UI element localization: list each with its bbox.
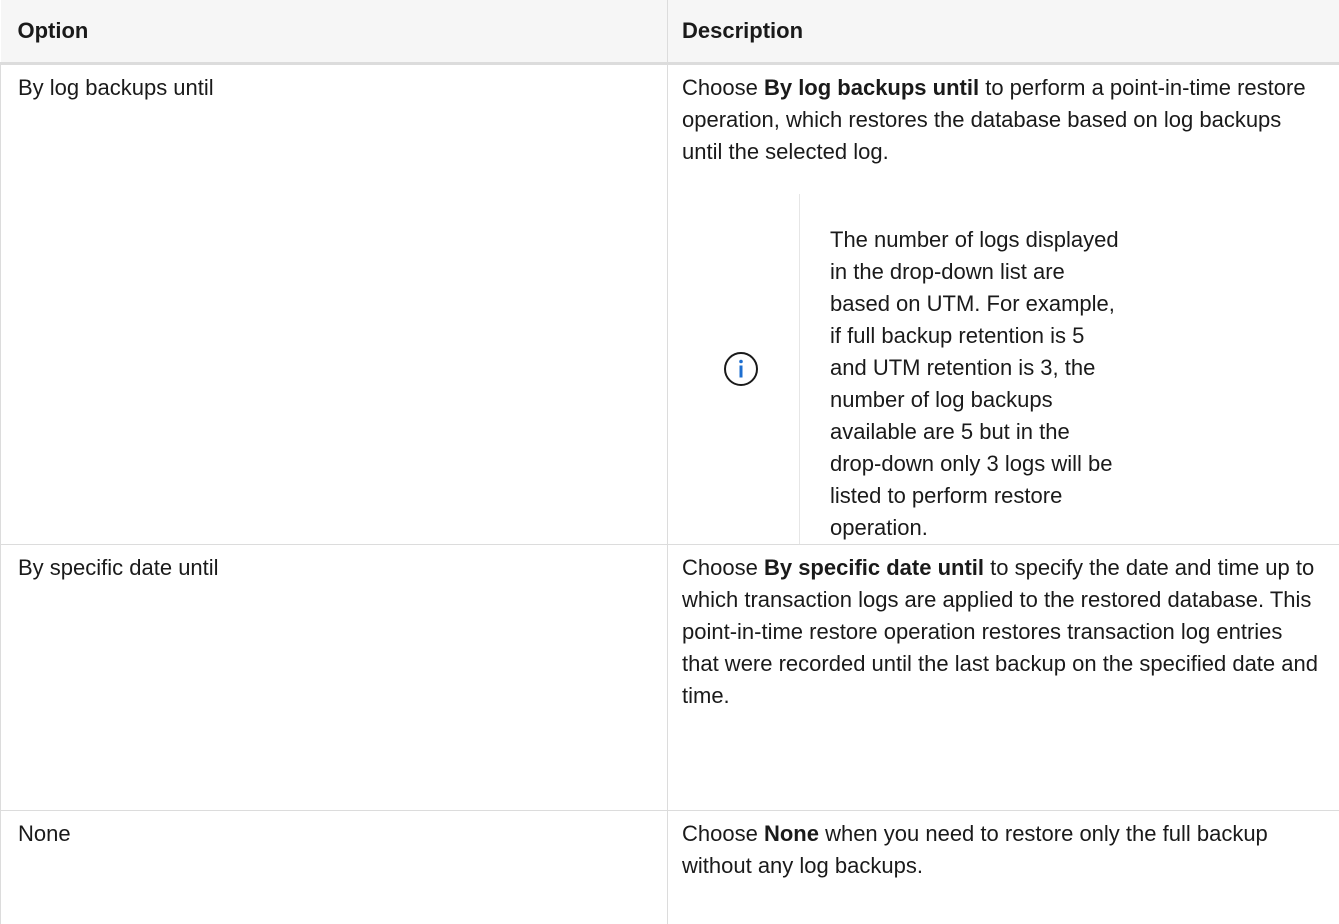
table-row: By log backups until Choose By log backu… [1,63,1339,544]
description-column-header: Description [668,0,1339,63]
description-cell: Choose None when you need to restore onl… [668,810,1339,924]
description-prefix: Choose [682,555,764,580]
note-icon-column [682,194,800,544]
description-cell: Choose By specific date until to specify… [668,544,1339,810]
description-prefix: Choose [682,821,764,846]
option-cell: By log backups until [1,63,668,544]
description-text: Choose By specific date until to specify… [682,552,1325,712]
option-name-bold: By specific date until [764,555,984,580]
options-table: Option Description By log backups until … [0,0,1339,924]
table-row: None Choose None when you need to restor… [1,810,1339,924]
table-row: By specific date until Choose By specifi… [1,544,1339,810]
option-column-header: Option [1,0,668,63]
note-block: The number of logs displayed in the drop… [682,194,1325,544]
option-name-bold: By log backups until [764,75,979,100]
info-circle-icon [723,351,759,387]
option-cell: None [1,810,668,924]
description-prefix: Choose [682,75,764,100]
note-text: The number of logs displayed in the drop… [800,194,1120,544]
description-text: Choose By log backups until to perform a… [682,72,1325,168]
description-cell: Choose By log backups until to perform a… [668,63,1339,544]
description-text: Choose None when you need to restore onl… [682,818,1325,882]
table-header-row: Option Description [1,0,1339,63]
option-name-bold: None [764,821,819,846]
option-cell: By specific date until [1,544,668,810]
